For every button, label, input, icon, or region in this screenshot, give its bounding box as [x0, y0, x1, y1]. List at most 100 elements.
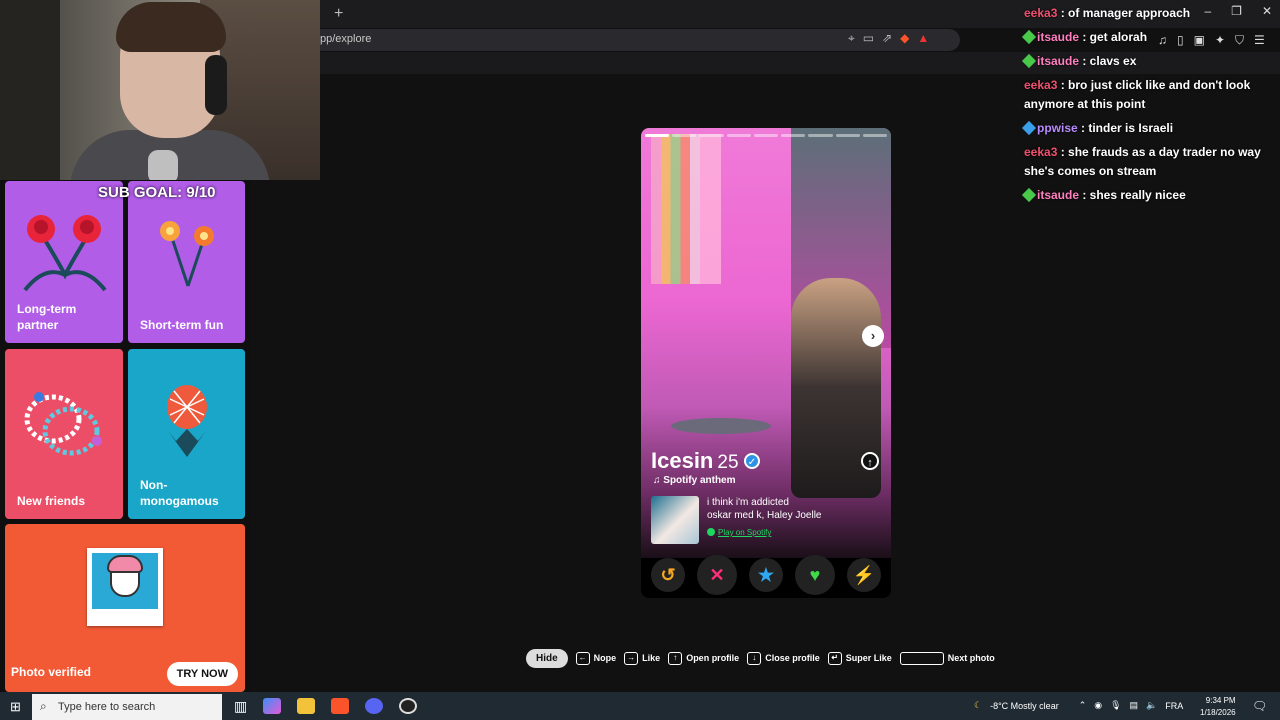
profile-name-text: Icesin — [651, 448, 714, 473]
obs-icon[interactable] — [399, 698, 418, 714]
rewind-button[interactable]: ↺ — [651, 558, 685, 592]
new-tab-button[interactable]: + — [334, 5, 343, 23]
try-now-button[interactable]: TRY NOW — [166, 662, 238, 686]
brave-rewards-icon[interactable]: ▲ — [917, 31, 929, 46]
boost-button[interactable]: ⚡ — [847, 558, 881, 592]
hint-next-photo-text: Next photo — [947, 652, 995, 663]
card-photo-verified[interactable]: Photo verified TRY NOW — [5, 524, 245, 692]
music-note-icon: ♫ — [653, 475, 664, 486]
chat-badge-icon — [1021, 29, 1037, 45]
chat-badge-icon — [1021, 53, 1037, 69]
chat-text: : tinder is Israeli — [1077, 121, 1174, 135]
chat-text: : shes really nicee — [1079, 188, 1186, 202]
anthem-label-text: Spotify anthem — [663, 475, 736, 486]
chat-text: : of manager approach — [1057, 6, 1191, 20]
chat-message: itsaude : clavs ex — [1021, 52, 1274, 71]
next-photo-button[interactable]: › — [862, 325, 884, 347]
hint-super-like-text: Super Like — [845, 652, 892, 663]
down-arrow-key-icon: ↓ — [747, 652, 762, 665]
open-profile-button[interactable]: ↑ — [861, 452, 879, 470]
profile-age: 25 — [717, 452, 739, 473]
hint-nope-text: Nope — [593, 652, 617, 663]
chat-text: : clavs ex — [1079, 54, 1137, 68]
hide-hints-button[interactable]: Hide — [526, 649, 568, 668]
chat-message: eeka3 : bro just click like and don't lo… — [1024, 76, 1274, 114]
share-icon[interactable]: ⇗ — [882, 31, 892, 46]
right-arrow-key-icon: → — [624, 652, 639, 665]
url-text[interactable]: pp/explore — [320, 33, 371, 45]
card-non-monogamous[interactable]: Non-monogamous — [128, 349, 245, 519]
chat-username[interactable]: eeka3 — [1024, 6, 1057, 20]
brave-browser-icon[interactable] — [331, 698, 350, 714]
headset — [205, 55, 227, 115]
keyboard-hints: Hide ← Nope → Like ↑ Open profile ↓ Close pr… — [526, 649, 995, 668]
location-icon[interactable]: ⌖ — [848, 31, 855, 46]
hint-open-profile-text: Open profile — [686, 652, 740, 663]
photo-progress-segment — [699, 134, 724, 137]
search-icon: ⌕ — [40, 699, 47, 713]
task-view-icon[interactable]: ▥ — [234, 698, 247, 715]
taskbar-apps: ▥ — [234, 698, 418, 715]
photo-progress-segment — [672, 134, 697, 137]
photo-progress-segment — [835, 134, 860, 137]
network-icon[interactable]: ▤ — [1130, 700, 1139, 711]
windows-start-icon[interactable]: ⊞ — [10, 699, 21, 715]
chat-username[interactable]: ppwise — [1037, 121, 1078, 135]
nope-button[interactable]: ✕ — [697, 555, 737, 595]
chat-username[interactable]: itsaude — [1037, 30, 1079, 44]
chat-username[interactable]: eeka3 — [1024, 145, 1057, 159]
volume-icon[interactable]: 🔈 — [1146, 700, 1157, 711]
record-icon[interactable]: ◉ — [1094, 700, 1102, 711]
chat-username[interactable]: itsaude — [1037, 54, 1079, 68]
card-long-term-partner[interactable]: Long-term partner — [5, 181, 123, 343]
hint-like: → Like — [624, 652, 660, 665]
photo-progress-segment — [645, 134, 670, 137]
left-arrow-key-icon: ← — [575, 652, 590, 665]
song-title: i think i'm addicted — [707, 497, 789, 508]
weather-icon[interactable]: ☾ — [974, 700, 982, 711]
background-shelf — [0, 0, 60, 180]
copilot-icon[interactable] — [263, 698, 282, 714]
card-label: Photo verified — [11, 665, 92, 679]
table — [671, 418, 771, 434]
sparklers-icon — [160, 221, 214, 287]
profile-photo[interactable] — [641, 128, 891, 558]
language-indicator[interactable]: FRA — [1165, 701, 1183, 711]
discord-icon[interactable] — [365, 698, 384, 714]
card-label: Short-term fun — [140, 318, 224, 332]
cast-icon[interactable]: ▭ — [863, 31, 874, 46]
chat-badge-icon — [1021, 120, 1037, 136]
card-new-friends[interactable]: New friends — [5, 349, 123, 519]
enter-key-icon: ↵ — [827, 652, 842, 665]
sub-goal-overlay: SUB GOAL: 9/10 — [98, 184, 216, 201]
notifications-icon[interactable]: 🗨 — [1252, 699, 1267, 713]
taskbar-search-box[interactable]: Type here to search — [32, 694, 222, 720]
pineapple-icon — [167, 385, 207, 457]
play-on-spotify-link[interactable]: Play on Spotify — [707, 528, 771, 537]
verified-badge-icon: ✓ — [744, 453, 760, 469]
chat-message: eeka3 : she frauds as a day trader no wa… — [1024, 143, 1274, 181]
hint-nope: ← Nope — [575, 652, 617, 665]
chat-username[interactable]: eeka3 — [1024, 78, 1057, 92]
bracelets-icon — [24, 392, 102, 456]
tray-expand-icon[interactable]: ⌃ — [1079, 700, 1087, 711]
face-hair — [107, 555, 143, 573]
brave-shield-icon[interactable]: ◆ — [900, 31, 909, 46]
card-short-term-fun[interactable]: Short-term fun — [128, 181, 245, 343]
hint-super-like: ↵ Super Like — [827, 652, 892, 665]
mic-icon[interactable]: 🎙 — [1110, 700, 1121, 711]
hint-close-profile: ↓ Close profile — [747, 652, 820, 665]
photo-progress-bar — [645, 134, 887, 137]
microphone — [148, 150, 178, 180]
profile-card[interactable]: › Icesin 25 ✓ ↑ ♫ Spotify anthem i think … — [641, 128, 891, 598]
photo-progress-segment — [862, 134, 887, 137]
like-button[interactable]: ♥ — [795, 555, 835, 595]
weather-text[interactable]: -8°C Mostly clear — [990, 701, 1059, 711]
play-on-spotify-text: Play on Spotify — [718, 528, 772, 537]
chat-text: : get alorah — [1079, 30, 1148, 44]
chat-username[interactable]: itsaude — [1037, 188, 1079, 202]
taskbar-clock[interactable]: 9:34 PM 1/18/2026 — [1200, 695, 1236, 719]
hint-next-photo: Next photo — [899, 652, 995, 665]
super-like-button[interactable]: ★ — [749, 558, 783, 592]
file-explorer-icon[interactable] — [297, 698, 316, 714]
